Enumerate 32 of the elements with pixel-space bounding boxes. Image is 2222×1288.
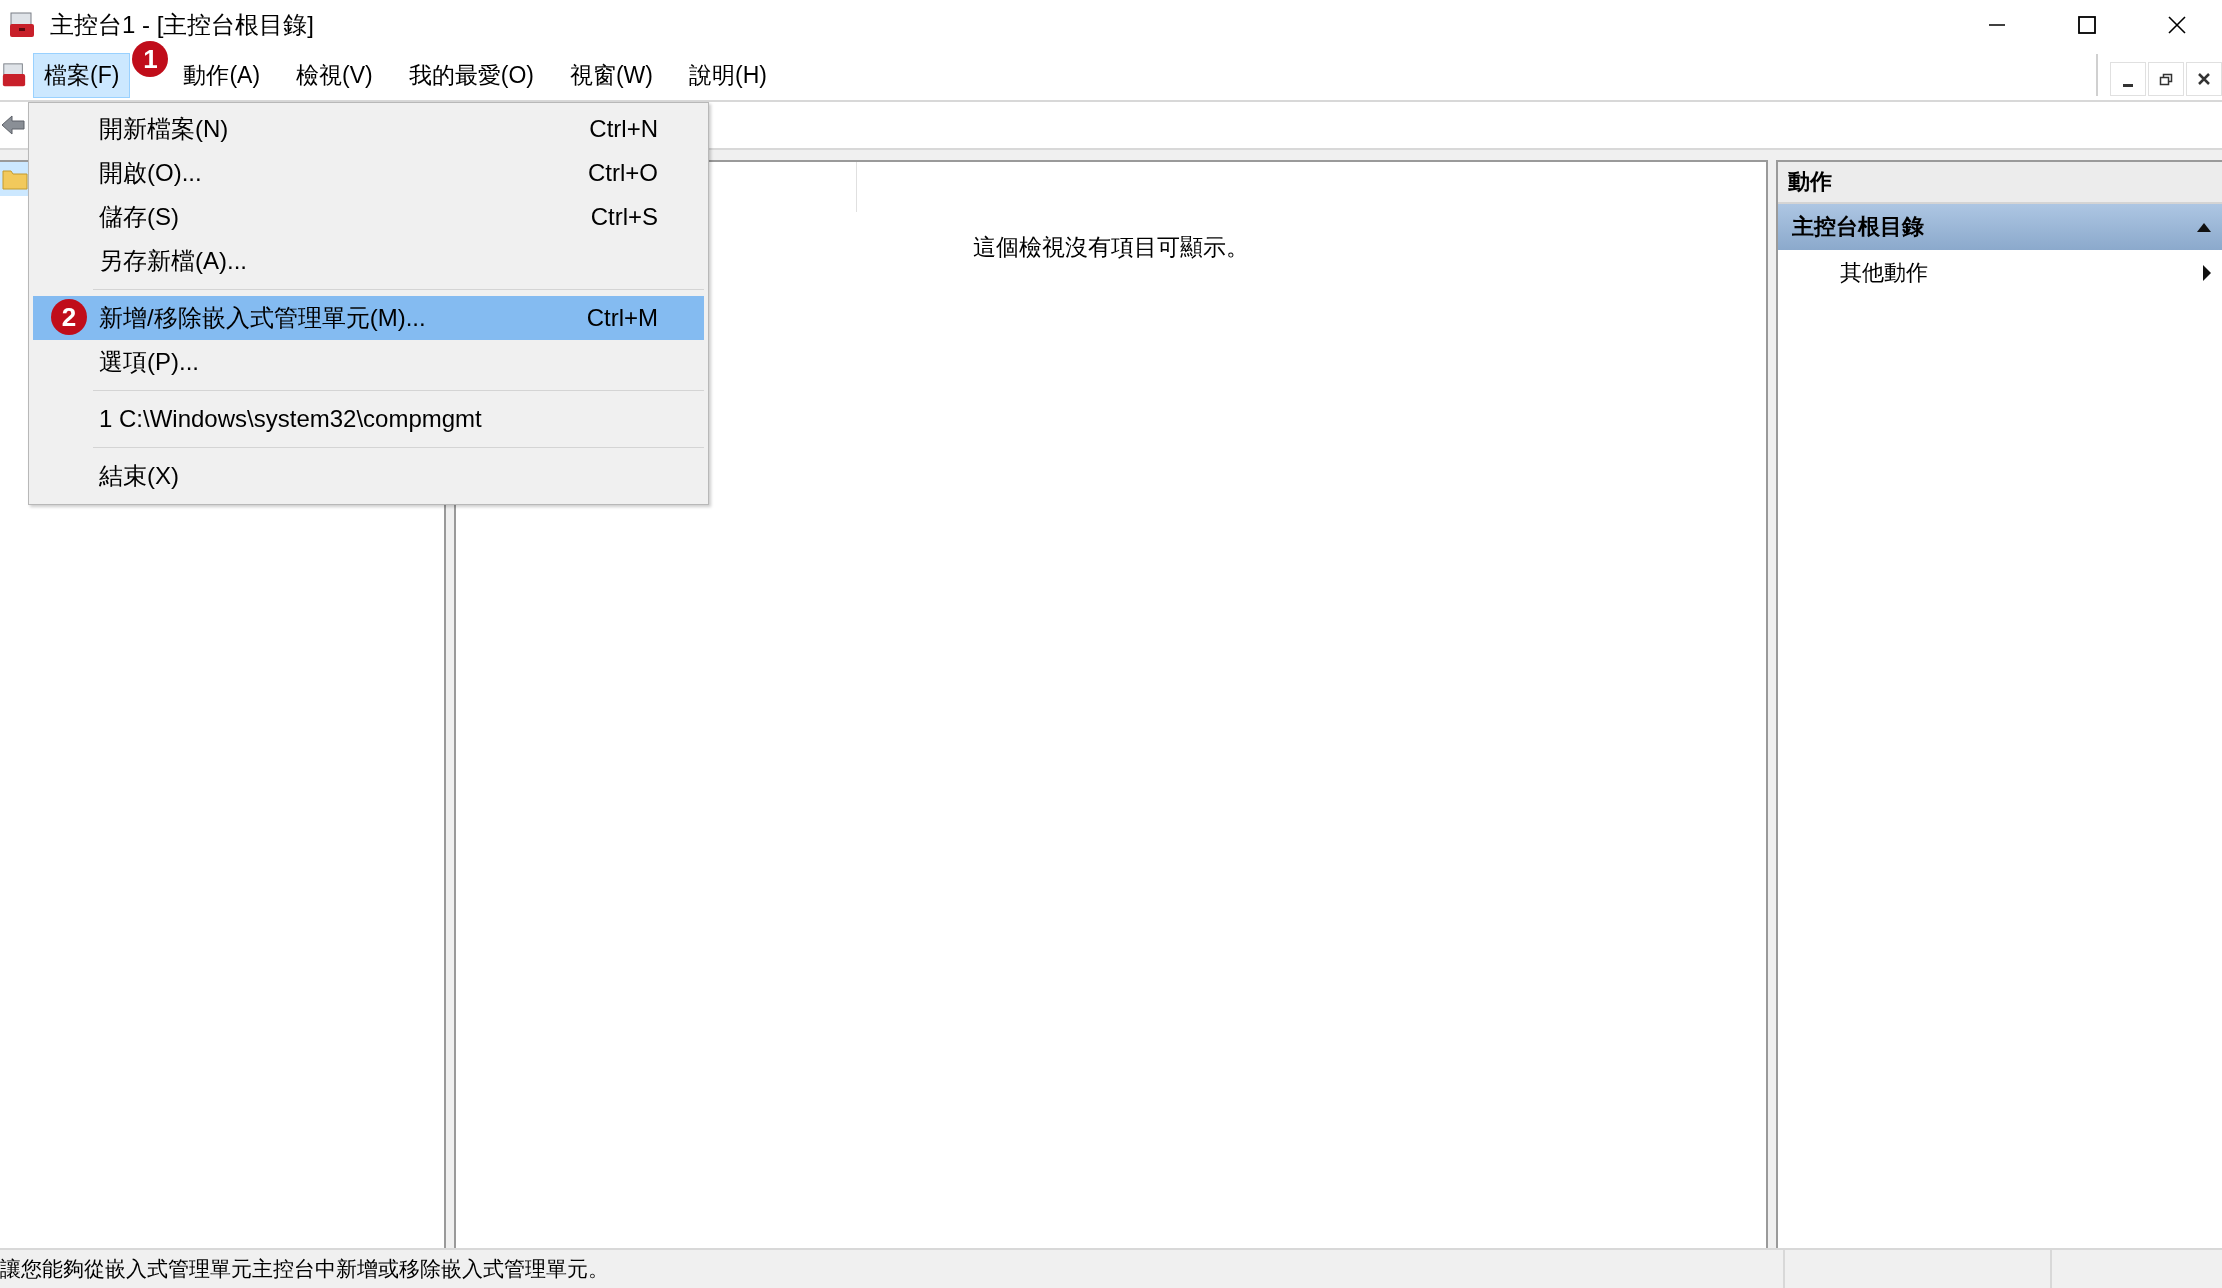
menu-item[interactable]: 我的最愛(O) [397,52,545,98]
menu-item[interactable]: 另存新檔(A)... [33,239,704,283]
section-header[interactable]: 主控台根目錄 [1778,204,2222,250]
menu-item[interactable]: 檔案(F) [33,52,131,98]
collapse-triangle-icon [2196,221,2212,233]
toolbox-icon [8,11,36,39]
window-title: 主控台1 - [主控台根目錄] [50,10,314,40]
menu-item[interactable]: 視窗(W) [558,52,664,98]
menu-item[interactable]: 說明(H) [677,52,778,98]
submenu-arrow-icon [2202,264,2212,282]
actions-title: 動作 [1778,162,2222,204]
close-button[interactable] [2186,62,2222,96]
minimize-button[interactable] [2110,62,2146,96]
empty-message: 這個檢視沒有項目可顯示。 [972,233,1250,262]
close-icon [2167,15,2187,35]
menu-item[interactable]: 儲存(S) Ctrl+S [33,195,704,239]
minimize-icon [1989,24,2005,26]
menu-item[interactable]: 動作(A) [172,52,272,98]
menu-item[interactable]: 選項(P)... [33,340,704,384]
close-icon [2197,72,2211,86]
restore-button[interactable] [2148,62,2184,96]
toolbox-icon[interactable] [1,61,27,89]
menu-item[interactable]: 檢視(V) [285,52,384,98]
minimize-icon [2123,83,2133,87]
back-arrow-icon[interactable] [0,112,26,138]
menu-item[interactable]: 結束(X) [33,454,704,498]
action-item[interactable]: 其他動作 [1778,250,2222,296]
restore-icon [2159,72,2173,86]
status-text: 讓您能夠從嵌入式管理單元主控台中新增或移除嵌入式管理單元。 [0,1256,610,1282]
maximize-icon [2077,15,2097,35]
menu-item[interactable]: 開啟(O)... Ctrl+O [33,151,704,195]
menu-item[interactable]: 1 C:\Windows\system32\compmgmt [33,397,704,441]
